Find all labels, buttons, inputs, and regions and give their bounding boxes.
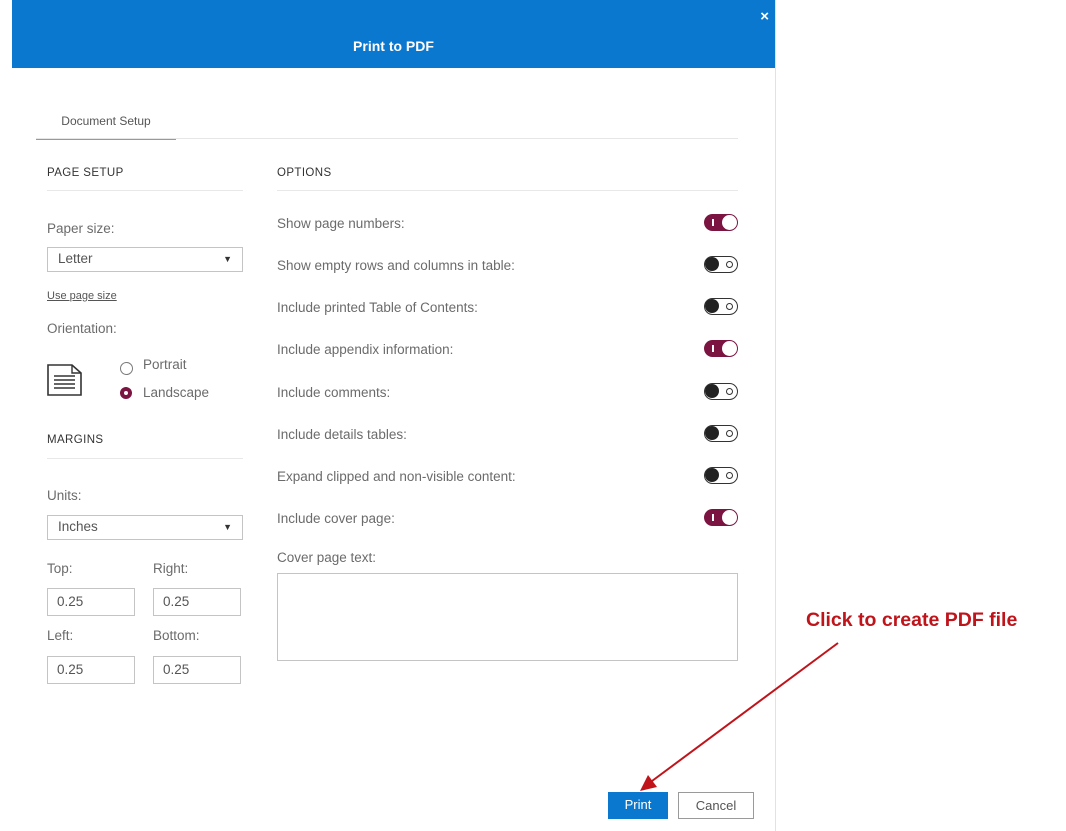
- arrow-annotation: [640, 642, 839, 791]
